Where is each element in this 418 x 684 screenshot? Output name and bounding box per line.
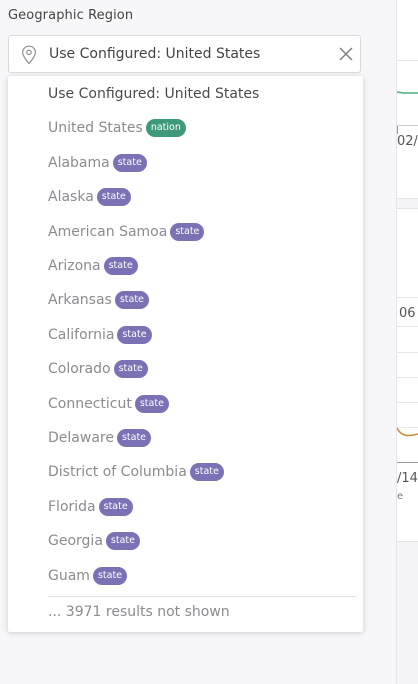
option-label: Alabama — [48, 154, 110, 171]
option-label: Connecticut — [48, 395, 132, 412]
state-badge: state — [92, 566, 128, 585]
option-label: Use Configured: United States — [48, 86, 260, 102]
axis-label-peek: e — [397, 491, 404, 502]
option-label: California — [48, 326, 115, 343]
state-badge: state — [98, 497, 133, 516]
dropdown-option[interactable]: Florida state — [48, 494, 133, 520]
state-badge: state — [189, 463, 224, 482]
state-badge: state — [103, 257, 138, 275]
option-label: Delaware — [48, 430, 114, 446]
geographic-region-select[interactable]: Use Configured: United States — [8, 35, 361, 73]
dropdown-option[interactable]: Arizona state — [48, 253, 138, 279]
chart-card-peek-bottom: 06 /14 e — [397, 208, 418, 542]
map-pin-icon — [21, 45, 37, 65]
dropdown-option[interactable]: Connecticut state — [48, 391, 169, 417]
option-label: Georgia — [48, 533, 103, 550]
dropdown-option[interactable]: Use Configured: United States — [48, 81, 259, 107]
axis-tick-peek: /14 — [397, 471, 418, 486]
option-label: Arizona — [48, 258, 101, 274]
option-label: American Samoa — [48, 223, 168, 240]
dropdown-option[interactable]: California state — [48, 322, 152, 348]
dropdown-divider — [48, 596, 357, 597]
dropdown-option[interactable]: United States nation — [48, 115, 186, 141]
dropdown-option[interactable]: Guam state — [48, 563, 128, 589]
state-badge: state — [170, 222, 205, 241]
dropdown-option[interactable]: Alaska state — [48, 184, 131, 210]
dropdown-option[interactable]: Arkansas state — [48, 287, 149, 313]
chart-line-peek — [397, 427, 418, 437]
axis-tick-peek: 06 — [399, 306, 416, 321]
dropdown-option[interactable]: District of Columbia state — [48, 459, 224, 485]
close-icon[interactable] — [338, 46, 354, 62]
dropdown-option[interactable]: Alabama state — [48, 150, 147, 176]
option-label: Guam — [48, 567, 90, 584]
dropdown-option[interactable]: American Samoa state — [48, 219, 205, 245]
chart-card-peek-top: 02/ — [397, 0, 418, 199]
state-badge: state — [117, 325, 152, 344]
option-label: Arkansas — [48, 292, 112, 309]
state-badge: state — [134, 394, 169, 413]
option-label: Alaska — [48, 189, 94, 206]
option-label: District of Columbia — [48, 464, 187, 481]
dropdown-option[interactable]: Georgia state — [48, 528, 140, 554]
state-badge: state — [96, 188, 131, 207]
region-dropdown-menu: Use Configured: United States United Stat… — [8, 76, 363, 632]
option-label: Colorado — [48, 361, 111, 378]
more-results-note: ... 3971 results not shown — [48, 604, 230, 620]
option-label: United States — [48, 120, 143, 137]
dropdown-option[interactable]: Delaware state — [48, 425, 152, 451]
state-badge: state — [116, 429, 152, 447]
state-badge: state — [114, 291, 149, 310]
state-badge: state — [112, 153, 147, 172]
nation-badge: nation — [145, 119, 186, 138]
chart-line-peek — [397, 91, 418, 94]
state-badge: state — [105, 532, 140, 551]
state-badge: state — [113, 360, 148, 379]
field-label: Geographic Region — [8, 8, 134, 23]
option-label: Florida — [48, 498, 96, 515]
axis-tick-peek: 02/ — [397, 134, 418, 149]
select-value: Use Configured: United States — [49, 46, 261, 62]
dropdown-option[interactable]: Colorado state — [48, 356, 148, 382]
